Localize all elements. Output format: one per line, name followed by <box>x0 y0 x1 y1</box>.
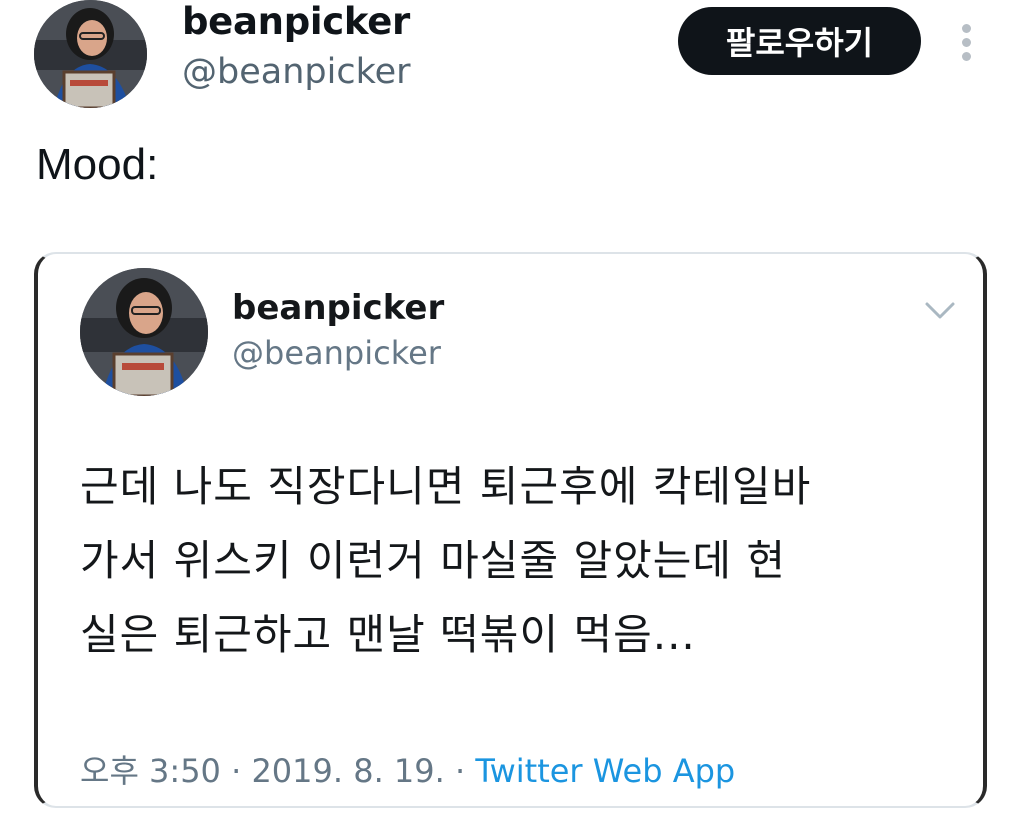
quoted-tweet-text: 근데 나도 직장다니면 퇴근후에 칵테일바 가서 위스키 이런거 마실줄 알았는… <box>80 450 950 672</box>
tweet-text: Mood: <box>36 140 159 189</box>
tweet-metadata: 오후 3:50 · 2019. 8. 19. · Twitter Web App <box>80 746 735 792</box>
display-name[interactable]: beanpicker <box>182 0 410 43</box>
tweet-date[interactable]: 2019. 8. 19. <box>251 752 444 790</box>
quoted-avatar[interactable] <box>80 268 208 396</box>
quoted-user-handle[interactable]: @beanpicker <box>232 334 441 372</box>
tweet-source-link[interactable]: Twitter Web App <box>475 752 735 790</box>
tweet-page: beanpicker @beanpicker 팔로우하기 Mood: beanp… <box>0 0 1024 831</box>
meta-separator: · <box>220 752 252 790</box>
meta-separator: · <box>444 752 476 790</box>
more-vertical-icon[interactable] <box>950 22 984 62</box>
tweet-time[interactable]: 오후 3:50 <box>80 752 221 790</box>
avatar[interactable] <box>34 0 147 108</box>
quoted-text-line: 가서 위스키 이런거 마실줄 알았는데 현 <box>80 536 786 585</box>
quoted-tweet-card[interactable]: beanpicker @beanpicker 근데 나도 직장다니면 퇴근후에 … <box>34 252 987 808</box>
quoted-text-line: 실은 퇴근하고 맨날 떡볶이 먹음... <box>80 610 696 659</box>
user-handle[interactable]: @beanpicker <box>182 52 411 92</box>
follow-button[interactable]: 팔로우하기 <box>678 7 921 75</box>
chevron-down-icon[interactable] <box>924 300 956 322</box>
quoted-display-name[interactable]: beanpicker <box>232 288 444 328</box>
quoted-text-line: 근데 나도 직장다니면 퇴근후에 칵테일바 <box>80 462 812 511</box>
